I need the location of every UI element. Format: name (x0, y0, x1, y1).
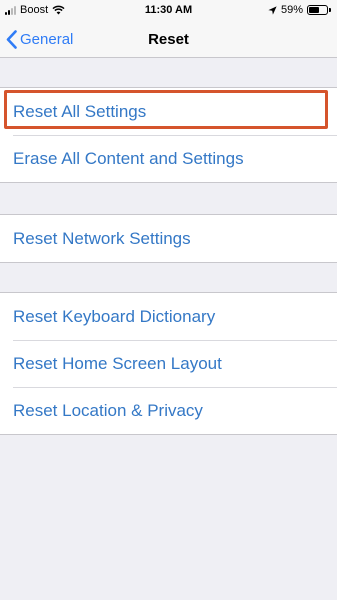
erase-all-content-button[interactable]: Erase All Content and Settings (0, 135, 337, 182)
reset-home-screen-layout-button[interactable]: Reset Home Screen Layout (0, 340, 337, 387)
cell-label: Reset Location & Privacy (13, 400, 203, 420)
status-left: Boost (5, 4, 65, 16)
chevron-left-icon (6, 29, 17, 49)
navigation-bar: General Reset (0, 20, 337, 58)
cell-label: Reset Home Screen Layout (13, 353, 222, 373)
reset-group-2: Reset Network Settings (0, 214, 337, 263)
cell-label: Reset All Settings (13, 101, 147, 121)
carrier-label: Boost (20, 4, 49, 16)
status-bar: Boost 11:30 AM 59% (0, 0, 337, 20)
back-label: General (20, 30, 74, 48)
battery-icon (307, 5, 331, 15)
reset-group-1: Reset All Settings Erase All Content and… (0, 87, 337, 183)
reset-network-settings-button[interactable]: Reset Network Settings (0, 215, 337, 262)
status-right: 59% (268, 4, 331, 16)
battery-percent: 59% (280, 4, 303, 16)
wifi-icon (52, 5, 65, 15)
reset-screen: Boost 11:30 AM 59% General Reset Reset A… (0, 0, 337, 600)
location-icon (268, 5, 277, 15)
reset-keyboard-dictionary-button[interactable]: Reset Keyboard Dictionary (0, 293, 337, 340)
cell-label: Erase All Content and Settings (13, 148, 244, 168)
reset-group-3: Reset Keyboard Dictionary Reset Home Scr… (0, 292, 337, 435)
back-button[interactable]: General (6, 20, 73, 58)
reset-all-settings-button[interactable]: Reset All Settings (0, 88, 337, 135)
cell-label: Reset Network Settings (13, 228, 191, 248)
battery-fill (309, 7, 320, 13)
signal-icon (5, 5, 16, 15)
reset-location-privacy-button[interactable]: Reset Location & Privacy (0, 387, 337, 434)
cell-label: Reset Keyboard Dictionary (13, 306, 216, 326)
